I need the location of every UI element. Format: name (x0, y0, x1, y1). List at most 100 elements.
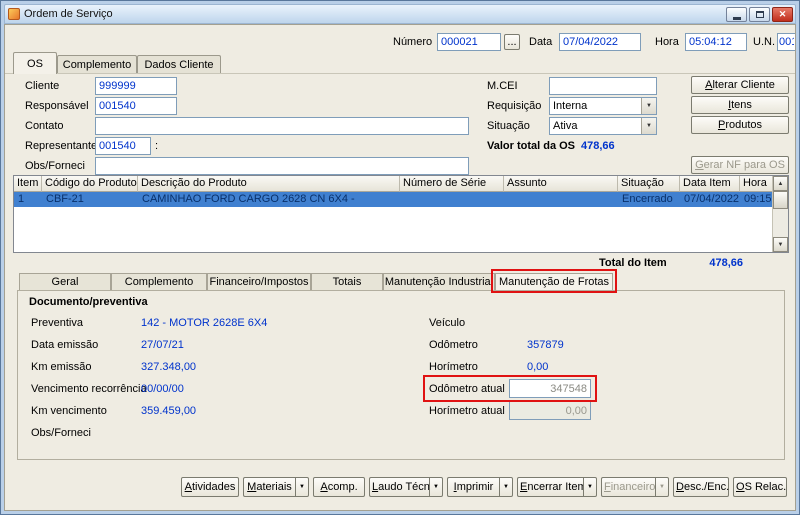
scroll-down-button[interactable]: ▼ (773, 237, 788, 252)
column-header-hora[interactable]: Hora (740, 176, 772, 192)
tab-complemento-detail[interactable]: Complemento (111, 273, 207, 290)
km-emissao-value: 327.348,00 (141, 361, 197, 373)
odometro-atual-input[interactable] (509, 379, 591, 398)
mcei-input[interactable] (549, 77, 657, 95)
contato-input[interactable] (95, 117, 469, 135)
materiais-dropdown-button[interactable]: ▼ (295, 477, 309, 497)
desc-enc-button[interactable]: Desc./Enc. (673, 477, 729, 497)
imprimir-dropdown-button[interactable]: ▼ (499, 477, 513, 497)
acomp-button[interactable]: Acomp. (313, 477, 365, 497)
column-header-item[interactable]: Item (14, 176, 42, 192)
tab-manutencao-industrial[interactable]: Manutenção Industrial (383, 273, 495, 290)
alterar-cliente-button[interactable]: Alterar Cliente (691, 76, 789, 94)
tab-dados-cliente[interactable]: Dados Cliente (137, 55, 221, 74)
hora-label: Hora (655, 36, 679, 48)
atividades-button[interactable]: Atividades (181, 477, 239, 497)
hora-input[interactable] (685, 33, 747, 51)
laudo-tecnico-button[interactable]: Laudo Técn. (369, 477, 433, 497)
imprimir-combo: Imprimir ▼ (447, 477, 513, 497)
minimize-button[interactable] (726, 7, 747, 22)
odometro-atual-label: Odômetro atual (429, 383, 505, 395)
laudo-dropdown-button[interactable]: ▼ (429, 477, 443, 497)
table-scrollbar[interactable]: ▲ ▼ (772, 176, 788, 252)
requisicao-select[interactable]: Interna ▼ (549, 97, 657, 115)
materiais-button[interactable]: Materiais (243, 477, 295, 497)
tab-manutencao-frotas[interactable]: Manutenção de Frotas (495, 273, 613, 290)
items-table: Item Código do Produto Descrição do Prod… (13, 175, 789, 253)
numero-input[interactable] (437, 33, 501, 51)
table-row[interactable]: 1 CBF-21 CAMINHAO FORD CARGO 2628 CN 6X4… (14, 192, 772, 207)
chevron-down-icon: ▼ (299, 484, 305, 490)
footer-toolbar: Atividades Materiais ▼ Acomp. Laudo Técn… (181, 477, 787, 497)
cell-hora: 09:15 (744, 193, 772, 205)
cell-numero-serie (400, 192, 504, 207)
numero-browse-button[interactable]: ... (504, 34, 520, 50)
vencimento-recorrencia-label: Vencimento recorrência (31, 383, 147, 395)
tab-complemento[interactable]: Complemento (57, 55, 137, 74)
representante-separator: : (155, 140, 159, 152)
responsavel-label: Responsável (25, 100, 89, 112)
laudo-combo: Laudo Técn. ▼ (369, 477, 443, 497)
responsavel-input[interactable] (95, 97, 177, 115)
tab-page-border (5, 73, 795, 74)
cell-situacao: Encerrado (622, 193, 673, 205)
ordem-de-servico-window: Ordem de Serviço ✕ Número ... Data Hora … (0, 0, 800, 515)
km-emissao-label: Km emissão (31, 361, 92, 373)
section-title: Documento/preventiva (29, 296, 148, 308)
situacao-select[interactable]: Ativa ▼ (549, 117, 657, 135)
tab-financeiro-impostos[interactable]: Financeiro/Impostos (207, 273, 311, 290)
cell-codigo: CBF-21 (46, 193, 84, 205)
tab-totais[interactable]: Totais (311, 273, 383, 290)
horimetro-label: Horímetro (429, 361, 478, 373)
client-area: Número ... Data Hora U.N. OS Complemento… (4, 24, 796, 511)
column-header-situacao[interactable]: Situação (618, 176, 680, 192)
preventiva-value: 142 - MOTOR 2628E 6X4 (141, 317, 268, 329)
chevron-down-icon: ▼ (503, 484, 509, 490)
financeiro-dropdown-button: ▼ (655, 477, 669, 497)
cell-descricao: CAMINHAO FORD CARGO 2628 CN 6X4 - (142, 193, 355, 205)
scroll-up-icon: ▲ (777, 181, 784, 187)
cliente-label: Cliente (25, 80, 60, 92)
data-input[interactable] (559, 33, 641, 51)
title-bar[interactable]: Ordem de Serviço ✕ (4, 4, 796, 24)
situacao-value: Ativa (553, 120, 578, 132)
column-header-data-item[interactable]: Data Item (680, 176, 740, 192)
column-header-assunto[interactable]: Assunto (504, 176, 618, 192)
representante-input[interactable] (95, 137, 151, 155)
produtos-button[interactable]: Produtos (691, 116, 789, 134)
column-header-numero-serie[interactable]: Número de Série (400, 176, 504, 192)
materiais-combo: Materiais ▼ (243, 477, 309, 497)
tab-geral[interactable]: Geral (19, 273, 111, 290)
maximize-button[interactable] (749, 7, 770, 22)
imprimir-button[interactable]: Imprimir (447, 477, 499, 497)
gerar-nf-button: Gerar NF para OS (691, 156, 789, 174)
os-relac-button[interactable]: OS Relac. (733, 477, 787, 497)
chevron-down-icon[interactable]: ▼ (641, 118, 656, 134)
encerrar-item-button[interactable]: Encerrar Item (517, 477, 587, 497)
column-header-codigo[interactable]: Código do Produto (42, 176, 138, 192)
total-item-value: 478,66 (709, 257, 743, 269)
close-button[interactable]: ✕ (772, 7, 793, 22)
data-emissao-label: Data emissão (31, 339, 99, 351)
minimize-icon (732, 16, 741, 20)
obs-forneci-detail-label: Obs/Forneci (31, 427, 91, 439)
numero-label: Número (393, 36, 433, 48)
encerrar-dropdown-button[interactable]: ▼ (583, 477, 597, 497)
data-label: Data (529, 36, 553, 48)
tab-os[interactable]: OS (13, 52, 57, 74)
chevron-down-icon: ▼ (433, 484, 439, 490)
scroll-up-button[interactable]: ▲ (773, 176, 788, 191)
un-input[interactable] (777, 33, 795, 51)
encerrar-combo: Encerrar Item ▼ (517, 477, 597, 497)
column-header-descricao[interactable]: Descrição do Produto (138, 176, 400, 192)
scroll-down-icon: ▼ (777, 242, 784, 248)
data-emissao-value: 27/07/21 (141, 339, 184, 351)
horimetro-value: 0,00 (527, 361, 549, 373)
window-title: Ordem de Serviço (24, 8, 113, 20)
chevron-down-icon[interactable]: ▼ (641, 98, 656, 114)
obs-forneci-input[interactable] (95, 157, 469, 175)
km-vencimento-value: 359.459,00 (141, 405, 197, 417)
itens-button[interactable]: Itens (691, 96, 789, 114)
scrollbar-thumb[interactable] (773, 191, 788, 209)
cliente-input[interactable] (95, 77, 177, 95)
